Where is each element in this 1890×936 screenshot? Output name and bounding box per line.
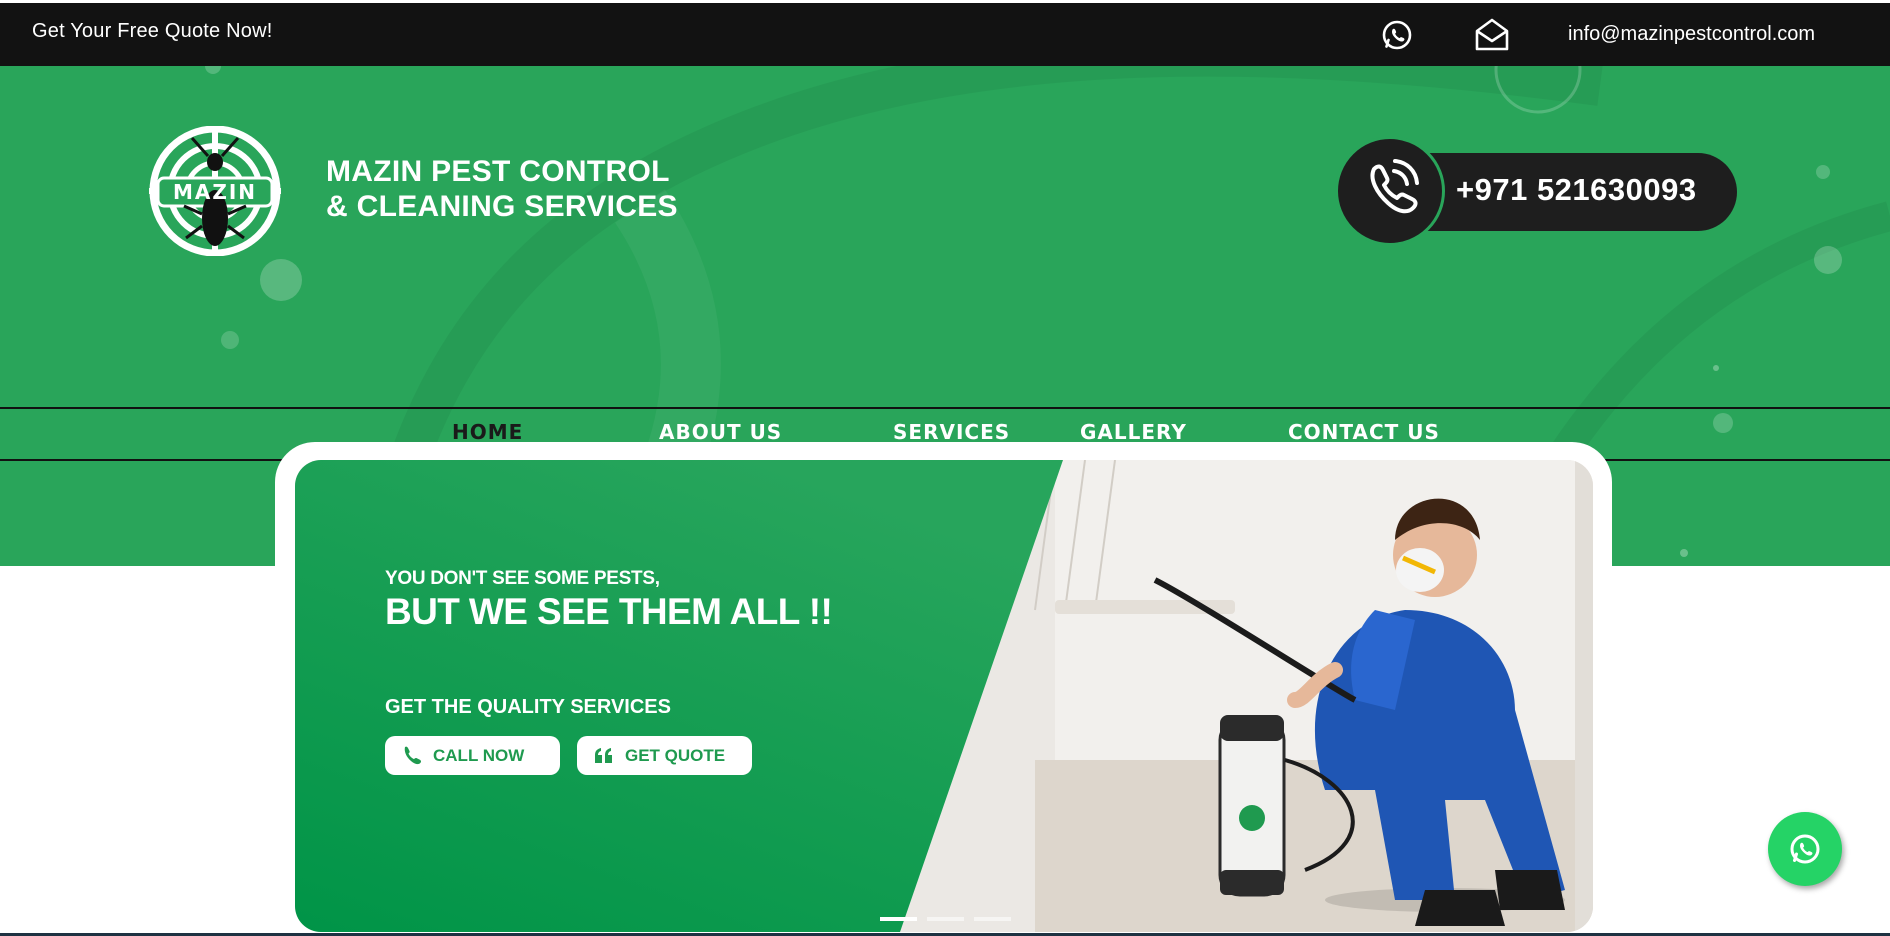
- nav-gallery[interactable]: GALLERY: [1080, 420, 1187, 444]
- phone-icon: [1370, 159, 1419, 214]
- get-quote-button[interactable]: GET QUOTE: [577, 736, 752, 775]
- get-quote-label: GET QUOTE: [625, 745, 726, 765]
- nav-about-us[interactable]: ABOUT US: [659, 420, 782, 444]
- page: Get Your Free Quote Now! info@mazinpestc…: [0, 0, 1890, 936]
- phone-icon: [404, 746, 422, 764]
- slider-dot-1[interactable]: [880, 917, 917, 921]
- top-bar: Get Your Free Quote Now! info@mazinpestc…: [0, 3, 1890, 66]
- hero-tagline-small: YOU DON'T SEE SOME PESTS,: [385, 568, 660, 589]
- hero-slide[interactable]: YOU DON'T SEE SOME PESTS, BUT WE SEE THE…: [295, 460, 1593, 932]
- whatsapp-icon[interactable]: [1377, 15, 1417, 55]
- nav-home[interactable]: HOME: [452, 420, 523, 444]
- phone-call-badge[interactable]: +971 521630093: [1335, 136, 1737, 246]
- contact-email[interactable]: info@mazinpestcontrol.com: [1568, 23, 1815, 46]
- brand-line-1: MAZIN PEST CONTROL: [326, 155, 670, 188]
- nav-contact-us[interactable]: CONTACT US: [1288, 420, 1440, 444]
- quote-icon: [595, 747, 612, 763]
- mail-icon[interactable]: [1472, 15, 1512, 55]
- phone-icon-circle[interactable]: [1335, 136, 1445, 246]
- slider-indicators: [880, 917, 1011, 921]
- whatsapp-icon: [1790, 834, 1820, 864]
- whatsapp-float-button[interactable]: [1768, 812, 1842, 886]
- slider-dot-3[interactable]: [974, 917, 1011, 921]
- call-now-button[interactable]: CALL NOW: [385, 736, 560, 775]
- company-logo[interactable]: MAZIN: [144, 126, 286, 256]
- logo-text: MAZIN: [173, 180, 257, 204]
- brand-name: MAZIN PEST CONTROL & CLEANING SERVICES: [326, 154, 678, 224]
- slider-dot-2[interactable]: [927, 917, 964, 921]
- call-now-label: CALL NOW: [433, 745, 525, 765]
- free-quote-link[interactable]: Get Your Free Quote Now!: [32, 20, 272, 43]
- phone-number[interactable]: +971 521630093: [1456, 172, 1697, 208]
- hero-tagline-big: BUT WE SEE THEM ALL !!: [385, 591, 833, 632]
- nav-services[interactable]: SERVICES: [893, 420, 1010, 444]
- hero-subtitle: GET THE QUALITY SERVICES: [385, 696, 671, 718]
- brand-line-2: & CLEANING SERVICES: [326, 190, 678, 223]
